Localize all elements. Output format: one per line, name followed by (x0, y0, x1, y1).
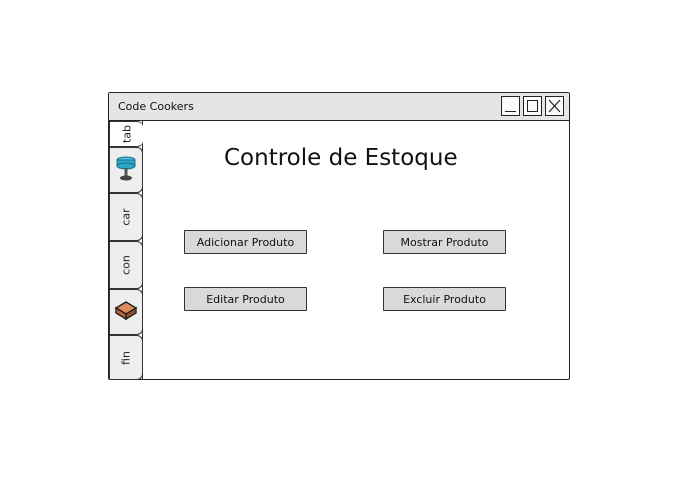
tab-table[interactable] (109, 147, 143, 193)
show-product-button[interactable]: Mostrar Produto (383, 230, 506, 254)
window-title: Code Cookers (118, 100, 194, 113)
edit-product-button[interactable]: Editar Produto (184, 287, 307, 311)
delete-product-button[interactable]: Excluir Produto (383, 287, 506, 311)
tab-tab[interactable]: tab (109, 121, 143, 147)
tab-label: fin (119, 350, 133, 365)
tab-con[interactable]: con (109, 241, 143, 289)
minimize-button[interactable] (501, 96, 520, 116)
tab-label: con (119, 255, 133, 275)
title-bar[interactable]: Code Cookers (109, 93, 569, 121)
tab-label: car (119, 208, 133, 226)
page-title: Controle de Estoque (224, 145, 458, 171)
brick-icon (114, 299, 138, 325)
app-window: Code Cookers tab car con fin Controle de… (108, 92, 570, 380)
maximize-button[interactable] (523, 96, 542, 116)
close-button[interactable] (545, 96, 564, 116)
tab-car[interactable]: car (109, 193, 143, 241)
tab-fin[interactable]: fin (109, 335, 143, 380)
tab-label: tab (120, 124, 133, 144)
pedestal-table-icon (115, 154, 137, 186)
close-icon (548, 99, 561, 113)
tab-brick[interactable] (109, 289, 143, 335)
add-product-button[interactable]: Adicionar Produto (184, 230, 307, 254)
